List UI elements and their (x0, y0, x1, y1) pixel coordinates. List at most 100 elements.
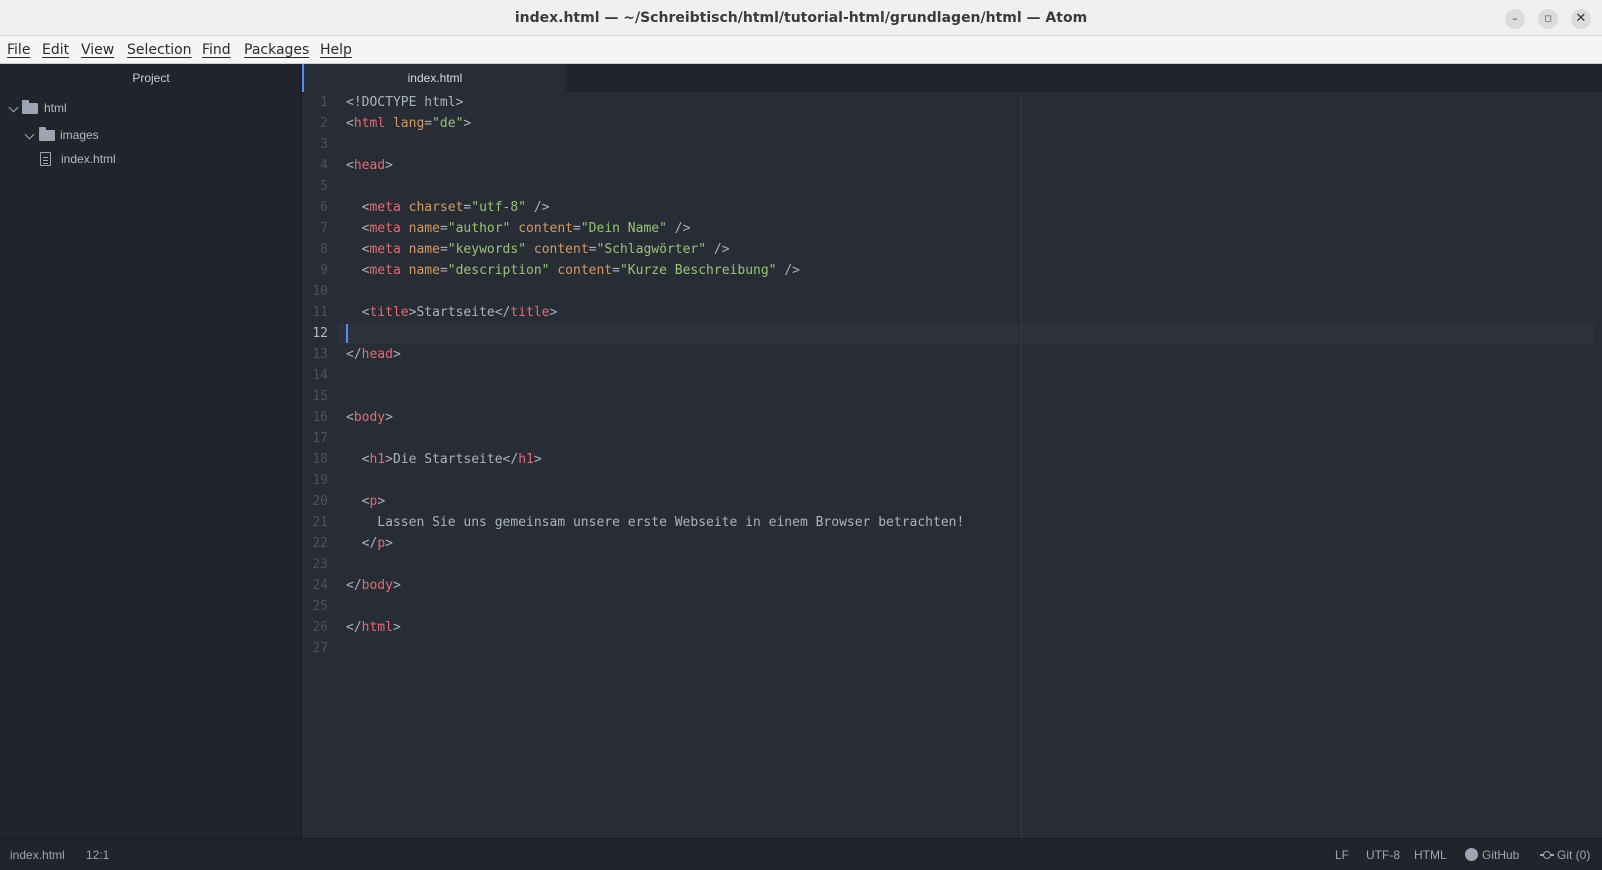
status-github[interactable]: GitHub (1465, 839, 1519, 870)
tab-index-html[interactable]: index.html (302, 64, 566, 92)
window-title: index.html — ~/Schreibtisch/html/tutoria… (514, 10, 1088, 26)
menu-find[interactable]: Find (202, 36, 231, 64)
line-number[interactable]: 13 (302, 344, 328, 365)
code-token: body (361, 578, 393, 593)
code-token: /> (776, 263, 800, 278)
code-token: > (385, 536, 393, 551)
code-line[interactable]: <body> (346, 407, 393, 428)
line-number[interactable]: 26 (302, 617, 328, 638)
tree-item-index-html[interactable]: index.html (0, 147, 302, 171)
code-line[interactable]: <meta name="description" content="Kurze … (346, 260, 800, 281)
line-number[interactable]: 2 (302, 113, 328, 134)
code-line[interactable]: <html lang="de"> (346, 113, 471, 134)
line-number[interactable]: 27 (302, 638, 328, 659)
line-number[interactable]: 20 (302, 491, 328, 512)
code-line[interactable]: <h1>Die Startseite</h1> (346, 449, 542, 470)
line-number[interactable]: 12 (302, 323, 328, 344)
status-cursor-position[interactable]: 12:1 (86, 839, 109, 870)
text-editor[interactable]: 1 2 3 4 5 6 7 8 9 10 11 12 13 14 15 16 17 18 19 20 21 22 23 24 2… (302, 92, 1602, 838)
tree-item-html[interactable]: html (0, 96, 302, 120)
code-token: <!DOCTYPE html> (346, 95, 464, 110)
code-area[interactable]: <!DOCTYPE html> <html lang="de"> <head> <m… (346, 92, 1586, 838)
code-line[interactable]: <p> (346, 491, 386, 512)
code-token: < (346, 305, 370, 320)
line-number[interactable]: 6 (302, 197, 328, 218)
code-token: meta (369, 242, 401, 257)
status-encoding[interactable]: UTF-8 (1366, 839, 1400, 870)
menu-edit[interactable]: Edit (42, 36, 69, 64)
code-token: /> (666, 221, 691, 236)
code-line[interactable]: </head> (346, 344, 401, 365)
tree-item-label: index.html (61, 152, 116, 166)
menu-selection[interactable]: Selection (127, 36, 192, 64)
code-token: > (533, 452, 542, 467)
code-token: name (408, 263, 440, 278)
code-token: h1 (369, 452, 386, 467)
code-token: charset (408, 200, 464, 215)
line-number[interactable]: 16 (302, 407, 328, 428)
line-number[interactable]: 10 (302, 281, 328, 302)
code-line[interactable]: <!DOCTYPE html> (346, 92, 463, 113)
status-git[interactable]: Git (0) (1540, 839, 1590, 870)
line-number[interactable]: 23 (302, 554, 328, 575)
line-number[interactable]: 19 (302, 470, 328, 491)
line-number[interactable]: 24 (302, 575, 328, 596)
line-number[interactable]: 15 (302, 386, 328, 407)
tree-item-images[interactable]: images (0, 123, 302, 147)
code-token: < (346, 263, 370, 278)
line-number[interactable]: 17 (302, 428, 328, 449)
status-line-ending[interactable]: LF (1335, 839, 1349, 870)
code-token: meta (369, 200, 401, 215)
maximize-button[interactable]: ◻ (1538, 9, 1558, 29)
project-panel-title[interactable]: Project (0, 64, 302, 92)
code-token: name (408, 221, 440, 236)
menu-bar: File Edit View Selection Find Packages H… (0, 36, 1602, 64)
code-token: = (588, 242, 597, 257)
line-number[interactable]: 4 (302, 155, 328, 176)
code-token: head (361, 347, 393, 362)
status-file-name[interactable]: index.html (10, 839, 65, 870)
code-token: < (346, 221, 370, 236)
tree-item-label: html (44, 101, 67, 115)
code-line[interactable]: Lassen Sie uns gemeinsam unsere erste We… (346, 512, 964, 533)
code-token: /> (706, 242, 730, 257)
line-number[interactable]: 25 (302, 596, 328, 617)
menu-packages[interactable]: Packages (244, 36, 309, 64)
line-number[interactable]: 7 (302, 218, 328, 239)
code-token: "author" (447, 221, 511, 236)
code-line[interactable]: </body> (346, 575, 401, 596)
menu-help[interactable]: Help (320, 36, 352, 64)
line-number[interactable]: 18 (302, 449, 328, 470)
menu-view[interactable]: View (81, 36, 114, 64)
tree-item-label: images (60, 128, 99, 142)
code-line[interactable]: <title>Startseite</title> (346, 302, 558, 323)
code-line[interactable]: </p> (346, 533, 393, 554)
status-grammar[interactable]: HTML (1414, 839, 1447, 870)
line-number-gutter[interactable]: 1 2 3 4 5 6 7 8 9 10 11 12 13 14 15 16 17 18 19 20 21 22 23 24 2… (302, 92, 332, 838)
line-number[interactable]: 11 (302, 302, 328, 323)
code-line[interactable]: <meta name="keywords" content="Schlagwör… (346, 239, 730, 260)
code-token: < (346, 494, 370, 509)
line-number[interactable]: 8 (302, 239, 328, 260)
code-line[interactable]: <head> (346, 155, 393, 176)
code-line[interactable]: <meta name="author" content="Dein Name" … (346, 218, 691, 239)
line-number[interactable]: 9 (302, 260, 328, 281)
line-number[interactable]: 3 (302, 134, 328, 155)
menu-file[interactable]: File (7, 36, 30, 64)
line-number[interactable]: 1 (302, 92, 328, 113)
code-token: </ (346, 347, 362, 362)
close-button[interactable]: ✕ (1571, 9, 1591, 29)
line-number[interactable]: 22 (302, 533, 328, 554)
minimize-button[interactable]: – (1505, 9, 1525, 29)
line-number[interactable]: 14 (302, 365, 328, 386)
code-line[interactable]: <meta charset="utf-8" /> (346, 197, 550, 218)
code-token: content (557, 263, 613, 278)
code-line[interactable]: </html> (346, 617, 401, 638)
chevron-down-icon[interactable] (24, 129, 35, 140)
line-number[interactable]: 5 (302, 176, 328, 197)
line-number[interactable]: 21 (302, 512, 328, 533)
chevron-down-icon[interactable] (8, 102, 19, 113)
code-token: html (353, 116, 386, 131)
